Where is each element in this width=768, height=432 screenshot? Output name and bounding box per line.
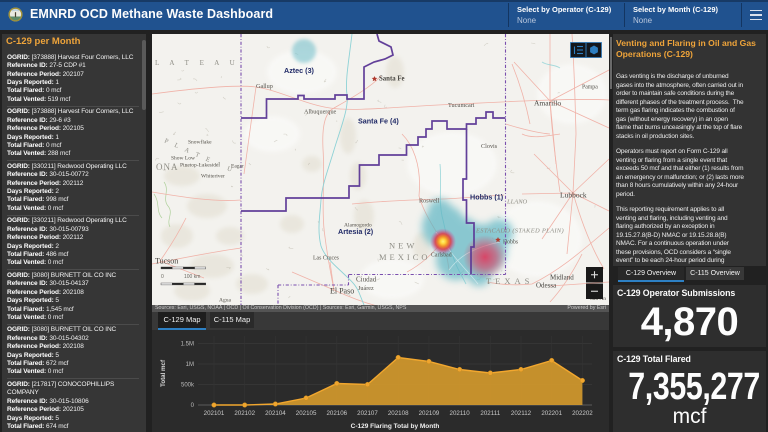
svg-text:202109: 202109 <box>419 410 440 417</box>
svg-text:100 km: 100 km <box>184 274 200 280</box>
svg-text:Hobbs: Hobbs <box>503 240 519 246</box>
svg-text:C-129 Flaring Total by Month: C-129 Flaring Total by Month <box>351 423 440 430</box>
svg-text:El Paso: El Paso <box>330 287 354 296</box>
svg-text:NEW: NEW <box>389 241 417 251</box>
svg-text:202107: 202107 <box>357 410 378 417</box>
svg-text:1.5M: 1.5M <box>181 342 194 348</box>
svg-text:202108: 202108 <box>388 410 409 417</box>
svg-text:TEXAS: TEXAS <box>486 276 533 286</box>
svg-text:MEXICO: MEXICO <box>379 252 431 262</box>
svg-text:Show Low: Show Low <box>171 156 195 162</box>
svg-text:Juárez: Juárez <box>358 285 374 292</box>
svg-text:Roswell: Roswell <box>419 198 440 205</box>
svg-text:202104: 202104 <box>265 410 286 417</box>
svg-text:Santa Fe (4): Santa Fe (4) <box>358 117 399 126</box>
svg-text:Midland: Midland <box>550 274 574 282</box>
svg-text:Ciudad: Ciudad <box>356 276 377 284</box>
svg-text:Hobbs (1): Hobbs (1) <box>470 193 504 202</box>
svg-text:Las Cruces: Las Cruces <box>313 256 340 262</box>
svg-text:202102: 202102 <box>234 410 255 417</box>
svg-text:0: 0 <box>161 274 164 280</box>
svg-text:Artesia (2): Artesia (2) <box>338 227 374 236</box>
svg-text:Whiteriver: Whiteriver <box>201 174 225 180</box>
svg-text:ONA: ONA <box>156 162 179 172</box>
svg-text:Tucson: Tucson <box>155 257 178 266</box>
svg-text:Clovis: Clovis <box>481 143 498 150</box>
svg-text:500k: 500k <box>181 383 195 389</box>
svg-text:Snowflake: Snowflake <box>188 139 212 146</box>
svg-text:Total mcf: Total mcf <box>160 359 167 387</box>
svg-text:Pampa: Pampa <box>582 85 598 91</box>
svg-text:Carlsbad: Carlsbad <box>431 253 452 259</box>
svg-text:ESTACADO (STAKED PLAIN): ESTACADO (STAKED PLAIN) <box>475 228 564 235</box>
svg-text:202105: 202105 <box>296 410 317 417</box>
svg-text:Agua: Agua <box>219 298 231 304</box>
svg-text:202201: 202201 <box>541 410 562 417</box>
svg-text:Lubbock: Lubbock <box>560 191 587 200</box>
svg-text:202106: 202106 <box>326 410 347 417</box>
svg-text:Tucumcari: Tucumcari <box>448 102 475 109</box>
svg-text:Albuquerque: Albuquerque <box>304 109 337 116</box>
svg-text:1M: 1M <box>186 362 194 368</box>
svg-text:202110: 202110 <box>450 410 471 417</box>
svg-text:Santa Fe: Santa Fe <box>379 76 405 83</box>
svg-text:202112: 202112 <box>511 410 532 417</box>
svg-text:L A T E A U: L A T E A U <box>155 59 239 67</box>
svg-text:LLANO: LLANO <box>506 199 528 206</box>
svg-text:202111: 202111 <box>480 410 500 417</box>
svg-text:202101: 202101 <box>204 410 225 417</box>
svg-text:Odessa: Odessa <box>536 282 557 290</box>
svg-text:Gallup: Gallup <box>256 83 273 90</box>
svg-text:Amarillo: Amarillo <box>534 99 561 108</box>
svg-text:202202: 202202 <box>572 410 593 417</box>
svg-text:Aztec (3): Aztec (3) <box>284 66 315 75</box>
